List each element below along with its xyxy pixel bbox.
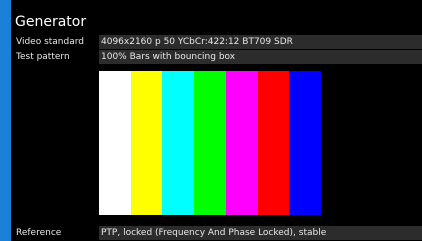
test-pattern-row: Test pattern 100% Bars with bouncing box xyxy=(11,50,422,64)
color-bar-white xyxy=(99,71,131,215)
color-bar-green xyxy=(194,71,226,215)
color-bar-blue xyxy=(289,71,322,215)
video-standard-label: Video standard xyxy=(16,37,84,47)
color-bar-red xyxy=(257,71,290,215)
color-bar-magenta xyxy=(225,71,258,215)
reference-label: Reference xyxy=(16,228,62,238)
panel-title: Generator xyxy=(15,14,87,30)
video-standard-row: Video standard 4096x2160 p 50 YCbCr:422:… xyxy=(11,35,422,49)
reference-row: Reference PTP, locked (Frequency And Pha… xyxy=(11,226,422,240)
color-bar-cyan xyxy=(162,71,195,215)
test-pattern-preview xyxy=(99,71,322,215)
video-standard-field[interactable]: 4096x2160 p 50 YCbCr:422:12 BT709 SDR xyxy=(99,35,422,49)
generator-panel: Generator Video standard 4096x2160 p 50 … xyxy=(11,0,422,241)
test-pattern-field[interactable]: 100% Bars with bouncing box xyxy=(99,50,422,64)
reference-field[interactable]: PTP, locked (Frequency And Phase Locked)… xyxy=(99,226,422,240)
test-pattern-label: Test pattern xyxy=(16,52,70,62)
color-bar-yellow xyxy=(130,71,163,215)
